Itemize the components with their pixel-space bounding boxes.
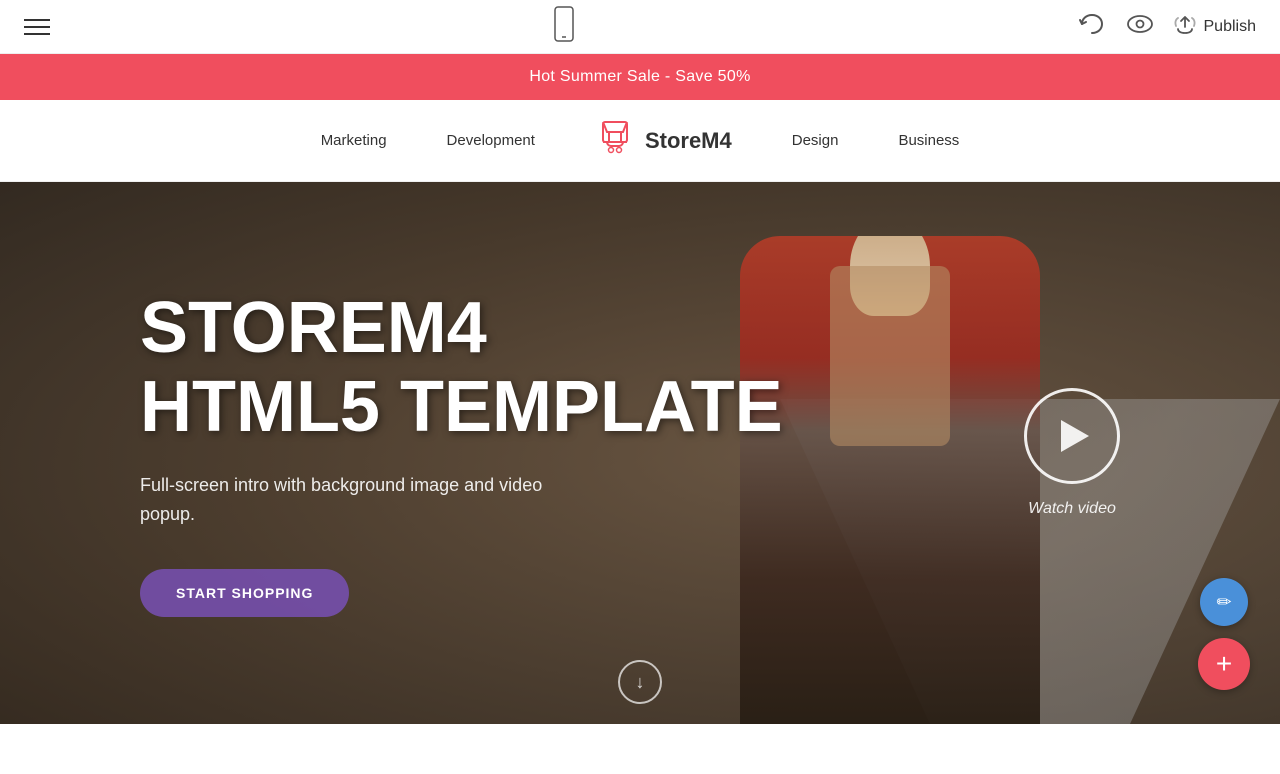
nav-item-marketing[interactable]: Marketing (321, 132, 387, 149)
hero-subtitle: Full-screen intro with background image … (140, 471, 740, 529)
fab-edit-button[interactable]: ✏ (1200, 578, 1248, 626)
play-triangle-icon (1061, 420, 1089, 452)
nav-logo[interactable]: StoreM4 (595, 118, 732, 163)
toolbar-center (552, 6, 576, 47)
person-shape (740, 236, 1040, 724)
sale-banner: Hot Summer Sale - Save 50% (0, 54, 1280, 100)
hero-section: STOREM4 HTML5 TEMPLATE Full-screen intro… (0, 182, 1280, 724)
toolbar-left (24, 19, 50, 35)
page-content: Hot Summer Sale - Save 50% Marketing Dev… (0, 54, 1280, 720)
start-shopping-button[interactable]: START SHOPPING (140, 569, 349, 617)
nav-item-development[interactable]: Development (447, 132, 535, 149)
add-icon: + (1216, 648, 1232, 680)
sale-banner-text: Hot Summer Sale - Save 50% (529, 68, 750, 85)
hero-title: STOREM4 HTML5 TEMPLATE (140, 289, 783, 447)
play-circle-icon (1024, 388, 1120, 484)
publish-upload-icon (1174, 13, 1196, 40)
edit-icon: ✏ (1216, 592, 1231, 613)
watch-video-button[interactable]: Watch video (1024, 388, 1120, 518)
toolbar-right: Publish (1078, 13, 1256, 40)
fab-container: ✏ + (1198, 578, 1250, 690)
hero-title-line2: HTML5 TEMPLATE (140, 367, 783, 447)
hero-title-line1: STOREM4 (140, 288, 487, 368)
nav-logo-text: StoreM4 (645, 128, 732, 154)
cart-icon (595, 118, 635, 163)
mobile-preview-icon[interactable] (552, 6, 576, 47)
hero-content: STOREM4 HTML5 TEMPLATE Full-screen intro… (0, 289, 783, 617)
nav-item-design[interactable]: Design (792, 132, 839, 149)
watch-video-label: Watch video (1028, 500, 1116, 518)
main-nav: Marketing Development StoreM4 Design Bus… (0, 100, 1280, 182)
hamburger-menu-button[interactable] (24, 19, 50, 35)
publish-label: Publish (1204, 18, 1256, 36)
scroll-down-button[interactable]: ↓ (618, 660, 662, 704)
publish-button[interactable]: Publish (1174, 13, 1256, 40)
fab-add-button[interactable]: + (1198, 638, 1250, 690)
preview-eye-icon[interactable] (1126, 14, 1154, 39)
undo-icon[interactable] (1078, 13, 1106, 40)
nav-item-business[interactable]: Business (898, 132, 959, 149)
scroll-arrow-icon: ↓ (636, 672, 645, 693)
toolbar: Publish (0, 0, 1280, 54)
